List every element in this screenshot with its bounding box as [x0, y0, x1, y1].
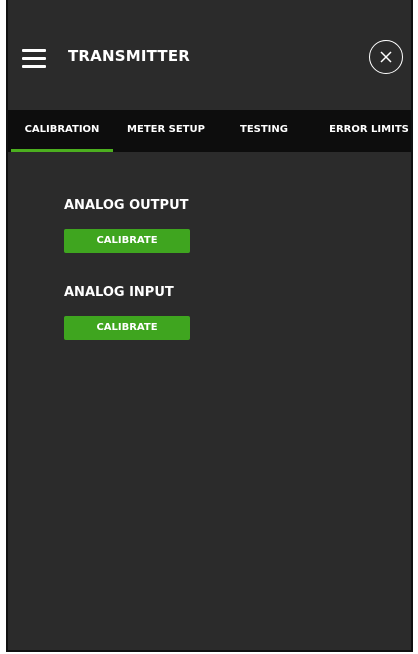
tab-error-limits[interactable]: ERROR LIMITS	[326, 110, 411, 152]
close-icon	[380, 51, 392, 63]
hamburger-menu-icon[interactable]	[22, 49, 46, 69]
calibrate-analog-output-button[interactable]: CALIBRATE	[64, 229, 190, 253]
analog-output-label: ANALOG OUTPUT	[64, 198, 189, 213]
tab-calibration[interactable]: CALIBRATION	[11, 110, 113, 152]
app-header: TRANSMITTER	[8, 0, 411, 110]
tab-meter-setup[interactable]: METER SETUP	[121, 110, 211, 152]
tab-testing[interactable]: TESTING	[233, 110, 295, 152]
close-button[interactable]	[369, 40, 403, 74]
transmitter-screen: TRANSMITTER CALIBRATION METER SETUP TEST…	[6, 0, 413, 652]
calibrate-analog-input-button[interactable]: CALIBRATE	[64, 316, 190, 340]
tab-bar: CALIBRATION METER SETUP TESTING ERROR LI…	[8, 110, 411, 152]
page-title: TRANSMITTER	[68, 47, 191, 65]
analog-input-label: ANALOG INPUT	[64, 285, 174, 300]
